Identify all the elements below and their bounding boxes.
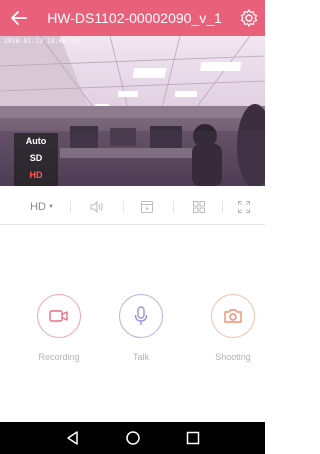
quality-select[interactable]: HD ▼	[22, 190, 62, 224]
multi-screen-button[interactable]	[179, 190, 219, 224]
talk-button[interactable]	[119, 294, 163, 338]
fullscreen-button[interactable]	[224, 190, 264, 224]
quality-option-auto[interactable]: Auto	[14, 133, 58, 150]
playback-button[interactable]	[127, 190, 167, 224]
home-circle-icon[interactable]	[124, 429, 142, 447]
volume-icon	[90, 200, 103, 214]
volume-button[interactable]	[77, 190, 117, 224]
microphone-icon	[134, 306, 148, 325]
fullscreen-icon	[238, 201, 250, 213]
toolbar-divider	[70, 201, 71, 213]
android-nav-bar	[0, 422, 265, 454]
quality-menu: Auto SD HD	[14, 133, 58, 186]
settings-icon[interactable]	[239, 8, 259, 28]
talk-action: Talk	[106, 294, 176, 362]
recording-action: Recording	[24, 294, 94, 362]
back-triangle-icon[interactable]	[64, 429, 82, 447]
timestamp-overlay: 2018-01-13 18:06:22	[4, 38, 79, 45]
quality-label: HD	[30, 201, 46, 213]
shooting-label: Shooting	[215, 352, 251, 362]
recents-square-icon[interactable]	[184, 429, 202, 447]
multi-screen-icon	[193, 201, 205, 213]
quality-option-hd[interactable]: HD	[14, 167, 58, 184]
back-arrow-icon[interactable]	[8, 7, 30, 29]
shooting-button[interactable]	[211, 294, 255, 338]
toolbar-divider	[123, 201, 124, 213]
recording-label: Recording	[38, 352, 80, 362]
camera-icon	[224, 309, 242, 323]
recording-button[interactable]	[37, 294, 81, 338]
toolbar-divider	[222, 201, 223, 213]
shooting-action: Shooting	[198, 294, 268, 362]
live-video-view[interactable]: 2018-01-13 18:06:22 Auto SD HD	[0, 36, 265, 186]
toolbar-divider	[173, 201, 174, 213]
quality-option-sd[interactable]: SD	[14, 150, 58, 167]
video-camera-icon	[49, 310, 68, 322]
page-title: HW-DS1102-00002090_v_1	[47, 10, 222, 26]
caret-down-icon: ▼	[47, 204, 54, 210]
action-bar: Recording Talk Shooting	[0, 294, 265, 374]
playback-toolbar: HD ▼	[0, 190, 265, 225]
playback-icon	[141, 201, 153, 213]
app-header: HW-DS1102-00002090_v_1	[0, 0, 265, 36]
talk-label: Talk	[132, 352, 149, 362]
